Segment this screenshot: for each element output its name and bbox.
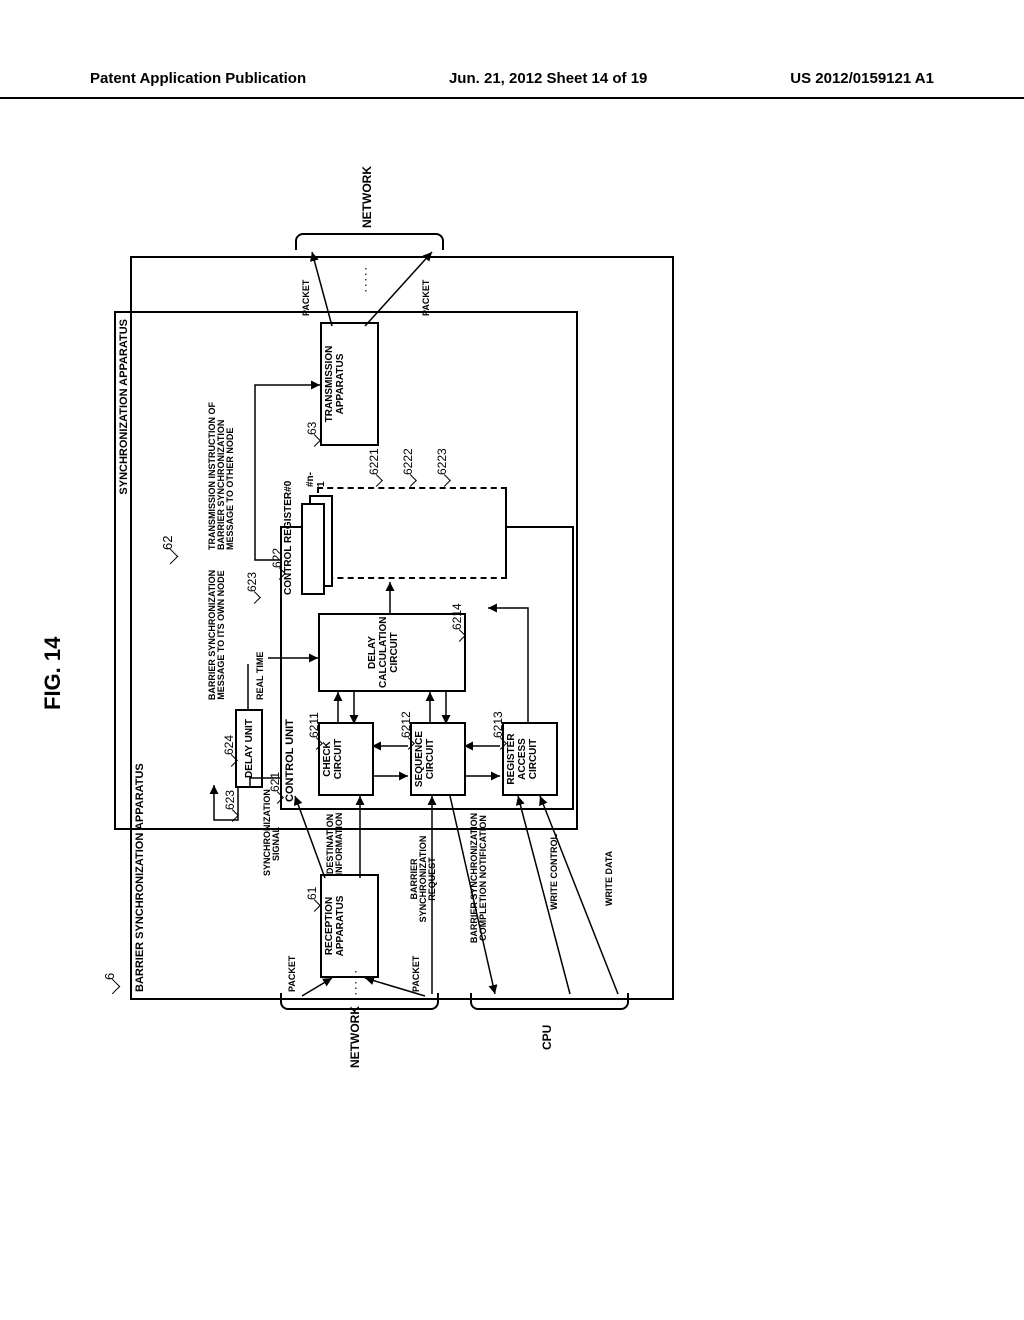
packet-dots-in: · · · · · <box>352 970 361 995</box>
label-cpu: CPU <box>540 1025 554 1050</box>
dest-info: DESTINATION INFORMATION <box>326 812 344 876</box>
sync-signal: SYNCHRONIZATION SIGNAL <box>263 812 281 876</box>
ref-6: 6 <box>102 973 117 980</box>
header: Patent Application Publication Jun. 21, … <box>0 70 1024 99</box>
delay-calc-label: DELAY CALCULATION CIRCUIT <box>365 615 402 690</box>
label-network-right: NETWORK <box>360 166 374 228</box>
reception-label: RECEPTION APPARATUS <box>322 876 348 976</box>
page: Patent Application Publication Jun. 21, … <box>0 0 1024 1320</box>
ref-6221: 6221 <box>367 448 381 475</box>
ref-6214: 6214 <box>450 603 464 630</box>
delay-unit: DELAY UNIT <box>235 709 263 788</box>
sequence-circuit: SEQUENCE CIRCUIT <box>410 722 466 796</box>
ref-6211: 6211 <box>307 712 321 738</box>
packet-out-2: PACKET <box>422 280 431 316</box>
ref-62: 62 <box>160 536 175 550</box>
diagram: FIG. 14 BARRIER SYNCHRONIZATION APPARATU… <box>70 240 990 1040</box>
write-ctrl: WRITE CONTROL <box>550 834 559 910</box>
ref-6223: 6223 <box>435 448 449 475</box>
ref-623a: 623 <box>223 790 237 810</box>
header-right: US 2012/0159121 A1 <box>790 70 934 87</box>
ref-6213: 6213 <box>491 711 505 738</box>
control-register-head: CONTROL REGISTER#0 <box>283 481 294 595</box>
ref-623b: 623 <box>245 572 259 592</box>
ref-624: 624 <box>222 735 236 755</box>
sync-box-label: SYNCHRONIZATION APPARATUS <box>118 319 130 495</box>
transmission-label: TRANSMISSION APPARATUS <box>322 324 348 444</box>
header-left: Patent Application Publication <box>90 70 306 87</box>
reg-stack-back <box>317 487 507 579</box>
delay-unit-label: DELAY UNIT <box>242 717 257 780</box>
sequence-label: SEQUENCE CIRCUIT <box>412 724 438 794</box>
reg-stack-front <box>301 503 325 595</box>
ref-6212: 6212 <box>399 711 413 738</box>
delay-calc-circuit: DELAY CALCULATION CIRCUIT <box>318 613 466 692</box>
msg-other: TRANSMISSION INSTRUCTION OF BARRIER SYNC… <box>208 400 235 550</box>
write-data: WRITE DATA <box>605 851 614 906</box>
register-access-label: REGISTER ACCESS CIRCUIT <box>504 724 541 794</box>
bracket-cpu <box>470 993 629 1010</box>
ref-622: 622 <box>270 548 284 568</box>
msg-own: BARRIER SYNCHRONIZATION MESSAGE TO ITS O… <box>208 560 226 710</box>
bsync-done: BARRIER SYNCHRONIZATION COMPLETION NOTIF… <box>470 808 488 948</box>
check-circuit: CHECK CIRCUIT <box>318 722 374 796</box>
bsync-req: BARRIER SYNCHRONIZATION REQUEST <box>410 814 437 944</box>
packet-in-1: PACKET <box>288 956 297 992</box>
bracket-network-out <box>295 233 444 250</box>
reg-n-1: #n-1 <box>305 472 327 487</box>
control-register-group: CONTROL REGISTER#0 #n-1 SIGNAL ADDRESS D… <box>283 490 503 595</box>
control-unit-label: CONTROL UNIT <box>284 719 296 802</box>
label-network-left: NETWORK <box>348 1006 362 1068</box>
ref-6222: 6222 <box>401 448 415 475</box>
reception-box: RECEPTION APPARATUS <box>320 874 379 978</box>
ref-63: 63 <box>305 422 319 435</box>
figure-label: FIG. 14 <box>40 637 66 710</box>
packet-in-2: PACKET <box>412 956 421 992</box>
transmission-box: TRANSMISSION APPARATUS <box>320 322 379 446</box>
register-access-circuit: REGISTER ACCESS CIRCUIT <box>502 722 558 796</box>
packet-dots-out: · · · · · <box>362 267 371 292</box>
ref-61: 61 <box>305 887 319 900</box>
packet-out-1: PACKET <box>302 280 311 316</box>
header-center: Jun. 21, 2012 Sheet 14 of 19 <box>449 70 647 87</box>
check-label: CHECK CIRCUIT <box>320 724 346 794</box>
real-time: REAL TIME <box>256 652 265 700</box>
